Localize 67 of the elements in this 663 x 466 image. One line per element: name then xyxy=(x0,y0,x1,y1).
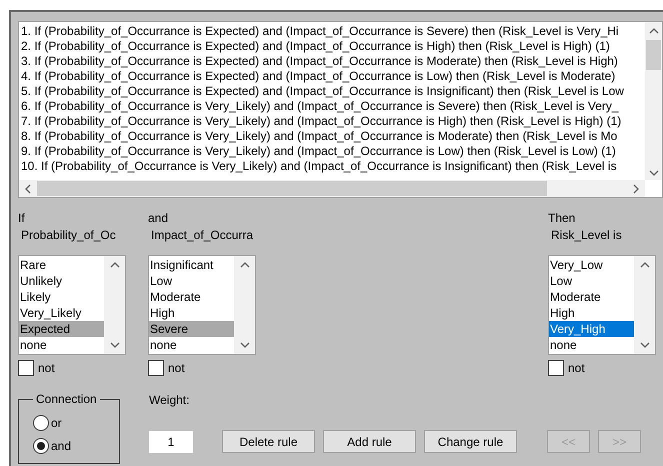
list-item[interactable]: High xyxy=(149,305,234,321)
list-item[interactable]: none xyxy=(149,337,234,353)
not-checkbox[interactable] xyxy=(548,360,564,376)
membership-list[interactable]: Rare Unlikely Likely Very_Likely Expected none xyxy=(18,255,126,355)
scroll-up-icon[interactable] xyxy=(648,28,658,34)
list-item[interactable]: Insignificant xyxy=(149,257,234,273)
radio-label: or xyxy=(51,415,62,432)
variable-name: Risk_Level is xyxy=(551,227,623,243)
radio-label: and xyxy=(51,438,72,455)
rule-item[interactable]: 6. If (Probability_of_Occurrance is Very_Likely) and (Impact_of_Occurrance is Severe) then (Risk_Level is Very_ xyxy=(21,99,645,114)
radio-button[interactable] xyxy=(33,415,49,431)
scroll-left-icon[interactable] xyxy=(25,184,31,194)
weight-field[interactable]: 1 xyxy=(149,430,193,452)
section-label: and xyxy=(148,210,170,226)
list-item[interactable]: Severe xyxy=(149,321,234,337)
not-label: not xyxy=(38,360,55,377)
scroll-down-icon[interactable] xyxy=(648,170,658,176)
not-checkbox[interactable] xyxy=(148,360,164,376)
list-item[interactable]: Likely xyxy=(19,289,104,305)
scroll-right-icon[interactable] xyxy=(633,184,639,194)
rule-item[interactable]: 10. If (Probability_of_Occurrance is Very_Likely) and (Impact_of_Occurrance is Insignificant) then (Risk_Level is xyxy=(21,159,645,174)
rule-item[interactable]: 4. If (Probability_of_Occurrance is Expected) and (Impact_of_Occurrance is Low) then (Risk_Level is Moderate) xyxy=(21,69,645,84)
rule-item[interactable]: 1. If (Probability_of_Occurrance is Expected) and (Impact_of_Occurrance is Severe) then (Risk_Level is Very_Hi xyxy=(21,24,645,39)
not-label: not xyxy=(168,360,185,377)
scroll-up-icon[interactable] xyxy=(240,262,250,268)
rule-item[interactable]: 2. If (Probability_of_Occurrance is Expected) and (Impact_of_Occurrance is High) then (Risk_Level is High) (1) xyxy=(21,39,645,54)
rule-item[interactable]: 8. If (Probability_of_Occurrance is Very_Likely) and (Impact_of_Occurrance is Moderate) then (Risk_Level is Mo xyxy=(21,129,645,144)
rule-item[interactable]: 9. If (Probability_of_Occurrance is Very_Likely) and (Impact_of_Occurrance is Low) then (Risk_Level is Low) (1) xyxy=(21,144,645,159)
radio-button[interactable] xyxy=(33,438,49,454)
rules-list[interactable] xyxy=(18,21,663,198)
section-label: If xyxy=(18,210,26,226)
action-button[interactable]: Change rule xyxy=(424,430,517,453)
scroll-up-icon[interactable] xyxy=(640,262,650,268)
list-item[interactable]: Unlikely xyxy=(19,273,104,289)
list-item[interactable]: Moderate xyxy=(549,289,634,305)
list-item[interactable]: Low xyxy=(549,273,634,289)
variable-name: Impact_of_Occurra xyxy=(151,227,254,243)
scroll-up-icon[interactable] xyxy=(110,262,120,268)
scrollbar-thumb[interactable] xyxy=(646,40,661,70)
list-item[interactable]: none xyxy=(19,337,104,353)
rule-item[interactable]: 7. If (Probability_of_Occurrance is Very_Likely) and (Impact_of_Occurrance is High) then (Risk_Level is High) (1) xyxy=(21,114,645,129)
not-checkbox[interactable] xyxy=(18,360,34,376)
list-item[interactable]: none xyxy=(549,337,634,353)
membership-list[interactable]: Insignificant Low Moderate High Severe none xyxy=(148,255,256,355)
rule-item[interactable]: 3. If (Probability_of_Occurrance is Expected) and (Impact_of_Occurrance is Moderate) then (Risk_Level is High) xyxy=(21,54,645,69)
rule-item[interactable]: 5. If (Probability_of_Occurrance is Expected) and (Impact_of_Occurrance is Insignificant) then (Risk_Level is Low xyxy=(21,84,645,99)
list-item[interactable]: Low xyxy=(149,273,234,289)
action-button[interactable]: Add rule xyxy=(323,430,416,453)
list-item[interactable]: Very_Likely xyxy=(19,305,104,321)
list-item[interactable]: Expected xyxy=(19,321,104,337)
scroll-down-icon[interactable] xyxy=(110,342,120,348)
variable-name: Probability_of_Oc xyxy=(21,227,117,243)
list-item[interactable]: Rare xyxy=(19,257,104,273)
list-item[interactable]: Very_Low xyxy=(549,257,634,273)
action-button[interactable]: Delete rule xyxy=(222,430,315,453)
list-item[interactable]: High xyxy=(549,305,634,321)
list-item[interactable]: Moderate xyxy=(149,289,234,305)
scroll-down-icon[interactable] xyxy=(640,342,650,348)
horizontal-scrollbar[interactable] xyxy=(19,180,645,197)
weight-label: Weight: xyxy=(149,392,190,408)
vertical-scrollbar[interactable] xyxy=(645,22,662,180)
list-item[interactable]: Very_High xyxy=(549,321,634,337)
membership-list[interactable]: Very_Low Low Moderate High Very_High none xyxy=(548,255,656,355)
not-label: not xyxy=(568,360,585,377)
scrollbar-thumb[interactable] xyxy=(37,181,547,196)
section-label: Then xyxy=(548,210,576,226)
scroll-down-icon[interactable] xyxy=(240,342,250,348)
